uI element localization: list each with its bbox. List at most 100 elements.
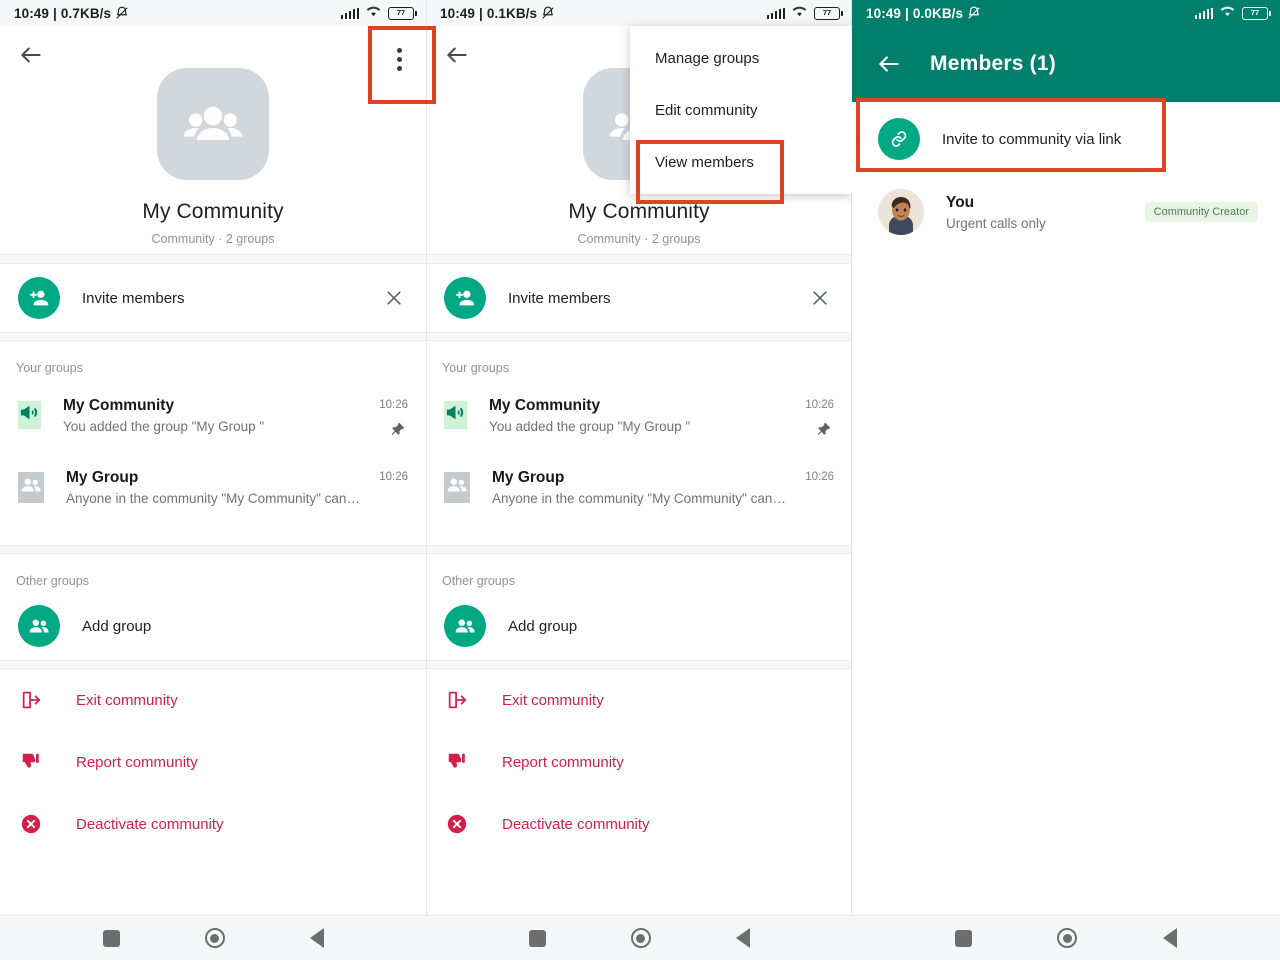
status-separator: | [905,5,909,21]
list-item-meta: 10:26 [379,467,408,485]
report-community-label: Report community [76,753,198,771]
back-arrow-icon[interactable] [18,42,44,68]
x-circle-icon [18,813,44,835]
status-separator: | [53,5,57,21]
section-divider [0,660,426,669]
section-divider [426,660,852,669]
invite-members-row[interactable]: Invite members [0,264,426,332]
section-divider [426,254,852,264]
member-status: Urgent calls only [946,215,1046,231]
back-button[interactable] [735,928,750,948]
group-preview: Anyone in the community "My Community" c… [492,490,787,506]
cellular-signal-icon [341,7,359,19]
link-icon [878,118,920,160]
spacer [426,523,852,545]
list-item[interactable]: My Group Anyone in the community "My Com… [426,451,852,523]
battery-icon: 77 [814,6,843,20]
exit-icon [444,689,470,711]
report-community-row[interactable]: Report community [426,731,852,793]
screenshot-stage: 10:49 | 0.7KB/s 77 My Community Communit… [0,0,1280,960]
overflow-menu[interactable]: Manage groups Edit community View member… [630,26,852,194]
battery-icon: 77 [388,6,417,20]
panel-community-info-menu-open: 10:49 | 0.1KB/s 77 My Community Communit… [426,0,852,960]
list-item[interactable]: You Urgent calls only Community Creator [852,176,1280,248]
invite-members-row[interactable]: Invite members [426,264,852,332]
list-item[interactable]: My Community You added the group "My Gro… [426,379,852,451]
status-bar-right: 77 [1195,4,1271,22]
report-community-row[interactable]: Report community [0,731,426,793]
add-group-label: Add group [82,617,152,635]
recents-button[interactable] [954,929,972,947]
wifi-icon [365,4,382,22]
status-net-speed: 0.0KB/s [912,5,964,21]
members-app-bar: Members (1) [852,26,1280,102]
pin-icon [815,421,832,438]
back-button[interactable] [309,928,324,948]
group-time: 10:26 [379,399,408,411]
deactivate-community-label: Deactivate community [502,815,650,833]
add-group-row[interactable]: Add group [426,592,852,660]
menu-item-manage-groups[interactable]: Manage groups [630,32,852,84]
deactivate-community-label: Deactivate community [76,815,224,833]
add-group-label: Add group [508,617,578,635]
invite-members-label: Invite members [82,289,185,307]
list-item[interactable]: My Group Anyone in the community "My Com… [0,451,426,523]
status-bar-right: 77 [767,4,843,22]
recents-button[interactable] [102,929,120,947]
list-item[interactable]: My Community You added the group "My Gro… [0,379,426,451]
section-divider [0,332,426,341]
list-item-body: My Group Anyone in the community "My Com… [492,469,834,506]
group-preview: Anyone in the community "My Community" c… [66,490,361,506]
status-net-speed: 0.7KB/s [60,5,112,21]
invite-members-label: Invite members [508,289,611,307]
list-item-body: My Community You added the group "My Gro… [489,397,834,434]
announcement-icon [444,401,467,429]
status-bar-left: 10:49 | 0.1KB/s [440,6,555,21]
back-arrow-icon[interactable] [444,42,470,68]
invite-via-link-label: Invite to community via link [942,130,1122,148]
status-net-speed: 0.1KB/s [486,5,538,21]
recents-button[interactable] [528,929,546,947]
section-divider [426,545,852,554]
community-name: My Community [568,200,710,223]
report-community-label: Report community [502,753,624,771]
deactivate-community-row[interactable]: Deactivate community [426,793,852,855]
group-title: My Community [63,396,175,414]
add-group-row[interactable]: Add group [0,592,426,660]
overflow-menu-icon[interactable] [397,48,402,71]
community-avatar[interactable] [157,68,269,180]
exit-community-row[interactable]: Exit community [0,669,426,731]
menu-item-view-members[interactable]: View members [630,136,852,188]
announcement-icon [18,401,41,429]
spacer [0,523,426,545]
home-button[interactable] [630,928,651,948]
home-button[interactable] [204,928,225,948]
back-button[interactable] [1163,928,1178,948]
community-name: My Community [142,200,284,223]
panel-divider [426,0,427,915]
bell-slash-icon [115,6,129,20]
community-subtitle: Community · 2 groups [151,232,275,246]
group-title: My Group [492,468,565,486]
other-groups-label: Other groups [426,554,852,592]
add-person-icon [18,277,60,319]
your-groups-label: Your groups [0,341,426,379]
deactivate-community-row[interactable]: Deactivate community [0,793,426,855]
other-groups-label: Other groups [0,554,426,592]
app-bar [0,26,426,82]
exit-community-row[interactable]: Exit community [426,669,852,731]
section-divider [426,332,852,341]
exit-community-label: Exit community [502,691,604,709]
menu-item-edit-community[interactable]: Edit community [630,84,852,136]
close-icon[interactable] [810,288,830,308]
home-button[interactable] [1057,928,1078,948]
list-item-meta: 10:26 [379,395,408,413]
thumbs-down-icon [18,751,44,773]
back-arrow-icon[interactable] [876,51,902,77]
invite-via-link-row[interactable]: Invite to community via link [852,102,1280,176]
close-icon[interactable] [384,288,404,308]
pin-icon [389,421,406,438]
status-time: 10:49 [866,5,902,21]
list-item-body: My Group Anyone in the community "My Com… [66,469,408,506]
status-time: 10:49 [14,5,50,21]
